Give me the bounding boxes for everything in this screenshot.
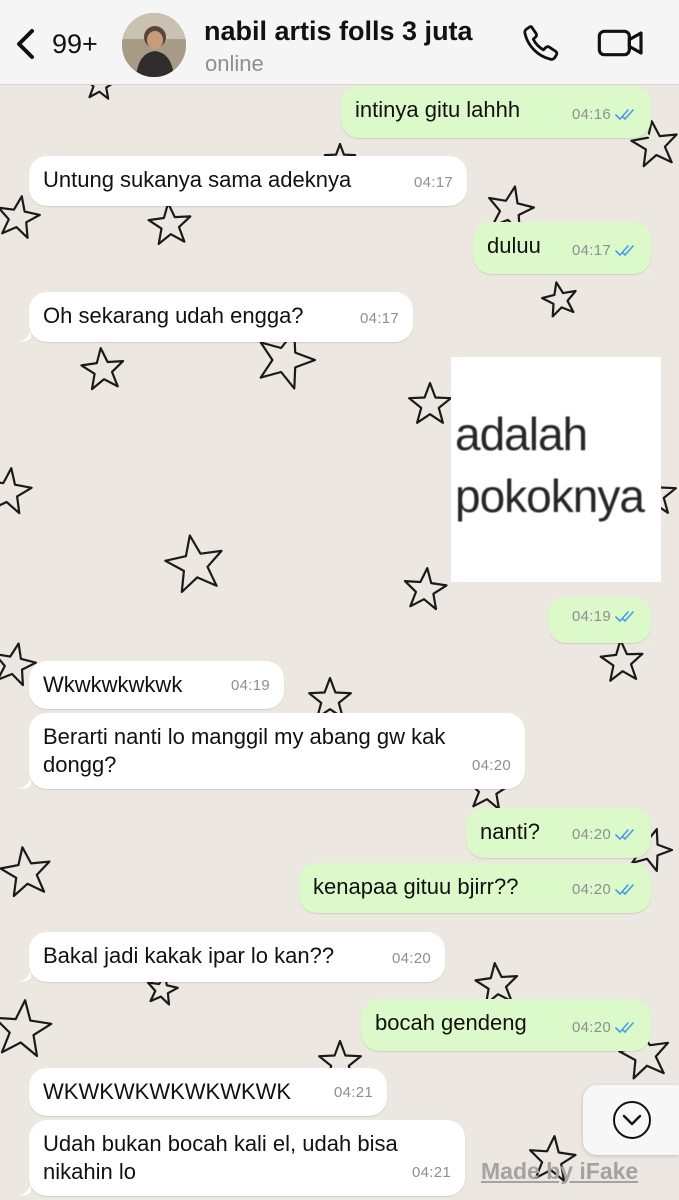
read-ticks-icon [615, 245, 634, 256]
message-bubble-outgoing[interactable]: 04:19 [548, 597, 651, 643]
sticker-image[interactable]: adalah pokoknya [451, 357, 661, 582]
message-text: Oh sekarang udah engga? [43, 303, 304, 328]
star-decoration [80, 347, 125, 391]
avatar[interactable] [122, 13, 186, 77]
star-decoration [164, 534, 223, 594]
message-time: 04:17 [571, 242, 611, 259]
star-decoration [408, 381, 452, 424]
read-ticks-icon [615, 884, 634, 895]
star-decoration [403, 566, 448, 611]
star-decoration [0, 999, 53, 1058]
message-bubble-outgoing[interactable]: bocah gendeng 04:20 [361, 999, 651, 1051]
scroll-to-bottom-button[interactable] [583, 1085, 679, 1155]
message-time: 04:19 [571, 608, 611, 625]
back-button[interactable]: 99+ [12, 20, 112, 68]
star-decoration [0, 467, 33, 515]
chat-header: 99+ nabil artis folls 3 juta online [0, 0, 679, 85]
message-bubble-outgoing[interactable]: duluu 04:17 [473, 222, 651, 274]
message-time: 04:19 [230, 677, 270, 694]
message-time: 04:17 [359, 310, 399, 327]
message-text: WKWKWKWKWKWKWK [43, 1079, 292, 1104]
message-time: 04:20 [571, 826, 611, 843]
message-text: Udah bukan bocah kali el, udah bisa nika… [43, 1131, 404, 1184]
message-text: Untung sukanya sama adeknya [43, 167, 352, 192]
read-ticks-icon [615, 109, 634, 120]
sticker-text-line: pokoknya [455, 470, 645, 522]
message-time: 04:20 [571, 1019, 611, 1036]
message-bubble-incoming[interactable]: Oh sekarang udah engga? 04:17 [29, 292, 413, 342]
message-text: Berarti nanti lo manggil my abang gw kak… [43, 724, 452, 777]
message-bubble-incoming[interactable]: Bakal jadi kakak ipar lo kan?? 04:20 [29, 932, 445, 982]
message-bubble-outgoing[interactable]: nanti? 04:20 [466, 808, 651, 858]
message-time: 04:16 [571, 106, 611, 123]
message-bubble-incoming[interactable]: Untung sukanya sama adeknya 04:17 [29, 156, 467, 206]
read-ticks-icon [615, 1022, 634, 1033]
contact-name[interactable]: nabil artis folls 3 juta [204, 16, 473, 47]
message-time: 04:20 [471, 757, 511, 774]
phone-icon[interactable] [520, 22, 562, 64]
message-bubble-outgoing[interactable]: intinya gitu lahhh 04:16 [341, 86, 651, 138]
star-decoration [540, 281, 577, 318]
star-decoration [474, 961, 519, 1006]
message-bubble-outgoing[interactable]: kenapaa gituu bjirr?? 04:20 [299, 863, 651, 913]
message-bubble-incoming[interactable]: Udah bukan bocah kali el, udah bisa nika… [29, 1120, 465, 1196]
back-chevron-icon [17, 29, 34, 59]
message-time: 04:17 [413, 174, 453, 191]
message-bubble-incoming[interactable]: WKWKWKWKWKWKWK 04:21 [29, 1068, 387, 1116]
star-decoration [308, 676, 352, 719]
message-time: 04:21 [333, 1084, 373, 1101]
video-camera-icon[interactable] [596, 22, 646, 64]
unread-count: 99+ [52, 28, 98, 59]
star-decoration [147, 202, 192, 245]
message-time: 04:21 [411, 1164, 451, 1181]
star-decoration [599, 638, 644, 682]
watermark: Made by iFake [481, 1158, 639, 1184]
message-bubble-incoming[interactable]: Wkwkwkwkwk 04:19 [29, 661, 284, 709]
message-text: Bakal jadi kakak ipar lo kan?? [43, 943, 335, 968]
message-time: 04:20 [391, 950, 431, 967]
read-ticks-icon [615, 829, 634, 840]
sticker-text-line: adalah [455, 408, 588, 460]
chevron-down-circle-icon [613, 1101, 651, 1139]
contact-status: online [205, 51, 264, 76]
message-time: 04:20 [571, 881, 611, 898]
star-decoration [0, 195, 41, 239]
message-bubble-incoming[interactable]: Berarti nanti lo manggil my abang gw kak… [29, 713, 525, 789]
star-decoration [0, 846, 51, 898]
read-ticks-icon [615, 611, 634, 622]
